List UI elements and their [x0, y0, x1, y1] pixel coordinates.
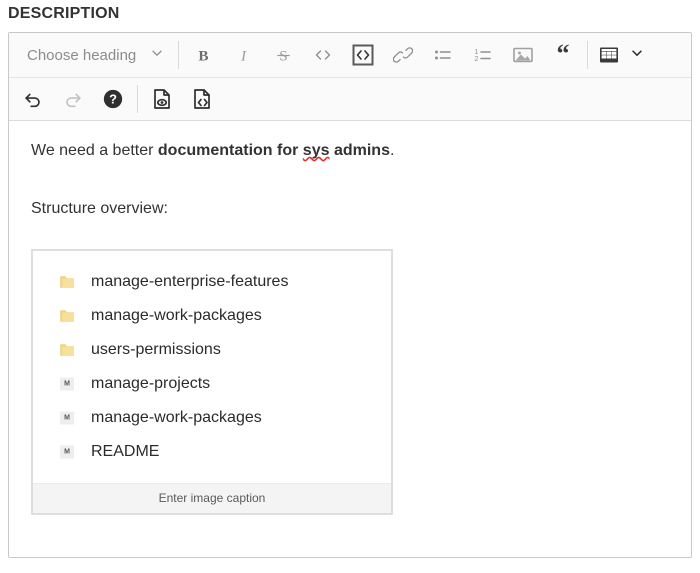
table-group [588, 33, 652, 77]
strikethrough-icon: S [274, 46, 293, 65]
help-circle-icon: ? [102, 88, 124, 110]
paragraph-structure-overview[interactable]: Structure overview: [31, 197, 669, 221]
undo-button[interactable] [13, 82, 53, 116]
bold-icon: B [194, 46, 213, 65]
svg-text:?: ? [109, 92, 117, 107]
table-icon [598, 44, 620, 66]
text-format-group: B I S [179, 33, 587, 77]
paragraph-intro-bold: documentation for sys admins [158, 142, 390, 159]
svg-text:“: “ [557, 44, 570, 66]
svg-text:M: M [64, 415, 70, 422]
svg-text:M: M [64, 449, 70, 456]
inline-code-icon [313, 45, 333, 65]
chevron-down-icon [150, 46, 164, 64]
folder-icon [57, 339, 77, 361]
chevron-down-icon [630, 46, 644, 65]
insert-image-button[interactable] [503, 38, 543, 72]
table-dropdown-button[interactable] [626, 38, 648, 72]
paragraph-intro-bold-pre: documentation for [158, 142, 303, 159]
list-item: M README [33, 435, 391, 469]
svg-text:I: I [240, 47, 247, 64]
bulleted-list-icon [433, 45, 453, 65]
strikethrough-button[interactable]: S [263, 38, 303, 72]
blockquote-button[interactable]: “ [543, 38, 583, 72]
folder-icon [57, 271, 77, 293]
list-item: manage-work-packages [33, 299, 391, 333]
document-eye-icon [150, 87, 174, 111]
list-item: users-permissions [33, 333, 391, 367]
svg-text:B: B [198, 47, 208, 64]
svg-text:M: M [64, 381, 70, 388]
heading-dropdown[interactable]: Choose heading [13, 38, 174, 72]
list-item-label: users-permissions [91, 340, 221, 360]
redo-button[interactable] [53, 82, 93, 116]
editor-toolbar: Choose heading B [9, 33, 691, 121]
redo-arrow-icon [62, 88, 84, 110]
source-button[interactable] [182, 82, 222, 116]
insert-table-button[interactable] [592, 38, 626, 72]
link-button[interactable] [383, 38, 423, 72]
document-code-icon [190, 87, 214, 111]
undo-arrow-icon [22, 88, 44, 110]
history-group: ? [9, 78, 137, 120]
markdown-file-icon: M [57, 441, 77, 463]
numbered-list-icon: 1 2 [473, 45, 493, 65]
bold-button[interactable]: B [183, 38, 223, 72]
heading-dropdown-label: Choose heading [27, 47, 136, 64]
numbered-list-button[interactable]: 1 2 [463, 38, 503, 72]
paragraph-intro[interactable]: We need a better documentation for sys a… [31, 139, 669, 163]
code-block-button[interactable] [343, 38, 383, 72]
bulleted-list-button[interactable] [423, 38, 463, 72]
code-block-icon [351, 43, 375, 67]
paragraph-intro-lead: We need a better [31, 142, 158, 159]
toolbar-row-primary: Choose heading B [9, 33, 691, 77]
list-item-label: manage-work-packages [91, 408, 262, 428]
link-icon [393, 45, 413, 65]
markdown-file-icon: M [57, 407, 77, 429]
paragraph-intro-tail: . [390, 142, 394, 159]
italic-button[interactable]: I [223, 38, 263, 72]
list-item: M manage-work-packages [33, 401, 391, 435]
heading-group: Choose heading [9, 33, 178, 77]
embedded-image-figure[interactable]: manage-enterprise-features manage-work-p… [31, 249, 393, 515]
inline-code-button[interactable] [303, 38, 343, 72]
list-item: manage-enterprise-features [33, 265, 391, 299]
file-listing: manage-enterprise-features manage-work-p… [33, 251, 391, 483]
paragraph-intro-bold-post: admins [330, 142, 390, 159]
page-title: DESCRIPTION [8, 3, 120, 25]
preview-button[interactable] [142, 82, 182, 116]
list-item: M manage-projects [33, 367, 391, 401]
folder-icon [57, 305, 77, 327]
rich-text-editor: Choose heading B [8, 32, 692, 558]
toolbar-row-secondary: ? [9, 77, 691, 120]
svg-text:2: 2 [475, 56, 479, 63]
italic-icon: I [234, 46, 253, 65]
svg-text:1: 1 [475, 49, 479, 56]
quote-icon: “ [552, 44, 574, 66]
list-item-label: manage-enterprise-features [91, 272, 288, 292]
image-caption-input[interactable]: Enter image caption [33, 483, 391, 513]
view-group [138, 78, 226, 120]
list-item-label: manage-projects [91, 374, 210, 394]
markdown-file-icon: M [57, 373, 77, 395]
image-icon [512, 44, 534, 66]
list-item-label: README [91, 442, 159, 462]
misspelled-word: sys [303, 142, 330, 159]
help-button[interactable]: ? [93, 82, 133, 116]
list-item-label: manage-work-packages [91, 306, 262, 326]
editor-content-area[interactable]: We need a better documentation for sys a… [9, 121, 691, 541]
